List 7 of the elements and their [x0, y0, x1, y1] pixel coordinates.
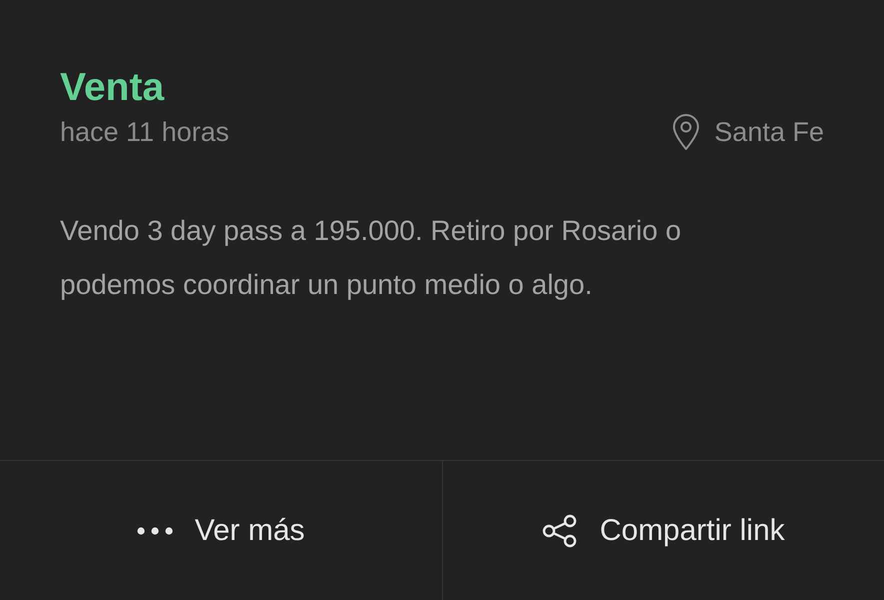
more-dots-icon	[136, 526, 173, 534]
location-label: Santa Fe	[714, 116, 824, 149]
post-title: Venta	[60, 66, 164, 110]
share-icon	[542, 514, 578, 548]
location-pin-icon	[672, 113, 700, 151]
post-time: hace 11 horas	[60, 116, 230, 149]
post-text: Vendo 3 day pass a 195.000. Retiro por Rosario o podemos coordinar un punto medio o algo.	[60, 214, 682, 302]
